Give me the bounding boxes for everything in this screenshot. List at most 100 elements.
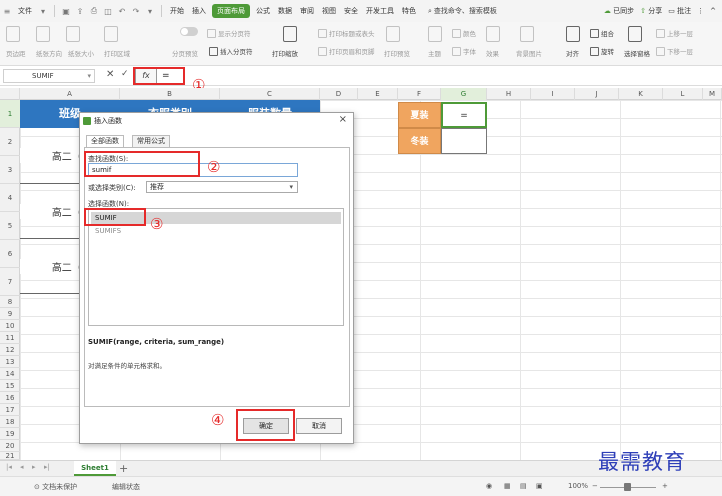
row-header[interactable]: 18	[0, 416, 20, 428]
orientation-button[interactable]: 纸张方向	[36, 48, 62, 58]
menu-icon[interactable]: ≡	[2, 6, 12, 16]
sum-cell[interactable]	[441, 128, 487, 154]
colors-button[interactable]: 颜色	[452, 28, 476, 38]
print-zoom-button[interactable]: 打印缩放	[272, 48, 298, 58]
column-header[interactable]: J	[575, 88, 619, 100]
fonts-button[interactable]: 字体	[452, 46, 476, 56]
column-header[interactable]: D	[320, 88, 358, 100]
last-sheet-icon[interactable]: ▸|	[44, 463, 50, 471]
confirm-formula-icon[interactable]: ✓	[121, 69, 129, 79]
share-button[interactable]: ⇧ 分享	[640, 6, 662, 16]
save-icon[interactable]: ▣	[61, 6, 71, 16]
combine-button[interactable]: 组合	[590, 28, 614, 38]
row-header[interactable]: 3	[0, 156, 20, 184]
row-header[interactable]: 20	[0, 440, 20, 452]
rotate-button[interactable]: 旋转	[590, 46, 614, 56]
move-down-button[interactable]: 下移一层	[656, 46, 693, 56]
tab-sheet1[interactable]: Sheet1	[74, 461, 116, 476]
page-margin-button[interactable]: 页边距	[6, 48, 26, 58]
column-header[interactable]: E	[358, 88, 398, 100]
cancel-formula-icon[interactable]: ✕	[106, 69, 114, 80]
close-icon[interactable]: ×	[339, 114, 347, 125]
annotate-button[interactable]: ▭ 批注	[668, 6, 691, 16]
insert-page-break-button[interactable]: 插入分页符	[209, 46, 253, 56]
kebab-icon[interactable]: ⋮	[697, 7, 704, 15]
print-preview-button[interactable]: 打印预览	[384, 48, 410, 58]
active-cell[interactable]: =	[441, 102, 487, 128]
command-search[interactable]: ⌕ 查找命令、搜索模板	[428, 6, 497, 16]
menu-file[interactable]: 文件	[14, 0, 36, 22]
tab-developer[interactable]: 开发工具	[362, 0, 398, 22]
tab-review[interactable]: 审阅	[296, 0, 318, 22]
column-header[interactable]: M	[703, 88, 722, 100]
zoom-level[interactable]: 100%	[568, 482, 588, 490]
column-header[interactable]: C	[220, 88, 320, 100]
chevron-down-icon[interactable]: ▾	[87, 70, 91, 82]
next-sheet-icon[interactable]: ▸	[32, 463, 36, 471]
first-sheet-icon[interactable]: |◂	[6, 463, 12, 471]
row-header[interactable]: 14	[0, 368, 20, 380]
column-header[interactable]: A	[20, 88, 120, 100]
row-header[interactable]: 4	[0, 184, 20, 212]
effects-button[interactable]: 效果	[486, 48, 499, 58]
row-header[interactable]: 8	[0, 296, 20, 308]
row-header[interactable]: 2	[0, 128, 20, 156]
column-header[interactable]: B	[120, 88, 220, 100]
margin-icon[interactable]	[6, 26, 20, 42]
tab-common-formulas[interactable]: 常用公式	[132, 135, 170, 147]
select-pane-button[interactable]: 选择窗格	[624, 48, 650, 58]
page-view-icon[interactable]: ▤	[520, 482, 527, 490]
column-header[interactable]: F	[398, 88, 441, 100]
background-button[interactable]: 背景图片	[516, 48, 542, 58]
preview-icon[interactable]: ◫	[103, 6, 113, 16]
cancel-button[interactable]: 取消	[296, 418, 342, 434]
row-header[interactable]: 6	[0, 240, 20, 268]
background-icon[interactable]	[486, 26, 500, 42]
row-header[interactable]: 9	[0, 308, 20, 320]
print-icon[interactable]: ⎙	[89, 6, 99, 16]
row-header[interactable]: 19	[0, 428, 20, 440]
zoom-out-icon[interactable]: −	[592, 482, 598, 490]
row-header[interactable]: 17	[0, 404, 20, 416]
season-cell-summer[interactable]: 夏装	[398, 102, 441, 128]
list-item[interactable]: SUMIFS	[91, 225, 341, 237]
select-all-corner[interactable]	[0, 88, 20, 100]
reading-view-icon[interactable]: ▣	[536, 482, 543, 490]
grid-view-icon[interactable]: ▦	[504, 482, 511, 490]
row-header[interactable]: 11	[0, 332, 20, 344]
row-header[interactable]: 15	[0, 380, 20, 392]
tab-page-layout[interactable]: 页面布局	[212, 4, 250, 18]
season-cell-winter[interactable]: 冬装	[398, 128, 441, 154]
row-header[interactable]: 21	[0, 452, 20, 460]
zoom-slider-thumb[interactable]	[624, 483, 631, 491]
name-box[interactable]: SUMIF ▾	[3, 69, 95, 83]
paper-size-icon[interactable]	[66, 26, 80, 42]
row-header[interactable]: 12	[0, 344, 20, 356]
theme-button[interactable]: 主题	[428, 48, 441, 58]
print-header-rows[interactable]: 打印标题或表头	[318, 28, 375, 38]
tab-insert[interactable]: 插入	[188, 0, 210, 22]
category-select[interactable]: 推荐 ▾	[146, 181, 298, 193]
chevron-down-icon[interactable]: ▾	[289, 182, 293, 192]
tab-special[interactable]: 特色	[398, 0, 420, 22]
align-button[interactable]: 对齐	[566, 48, 579, 58]
move-up-button[interactable]: 上移一层	[656, 28, 693, 38]
column-header[interactable]: L	[663, 88, 703, 100]
column-header[interactable]: G	[441, 88, 487, 100]
add-sheet-button[interactable]: +	[119, 461, 128, 476]
row-header[interactable]: 16	[0, 392, 20, 404]
export-icon[interactable]: ⇪	[75, 6, 85, 16]
orientation-icon[interactable]	[36, 26, 50, 42]
tab-home[interactable]: 开始	[166, 0, 188, 22]
align-icon[interactable]	[566, 26, 580, 42]
tab-security[interactable]: 安全	[340, 0, 362, 22]
print-area-icon[interactable]	[104, 26, 118, 42]
tab-data[interactable]: 数据	[274, 0, 296, 22]
paper-size-button[interactable]: 纸张大小	[68, 48, 94, 58]
column-header[interactable]: H	[487, 88, 531, 100]
row-header[interactable]: 13	[0, 356, 20, 368]
print-gridlines[interactable]: 打印页眉和页脚	[318, 46, 375, 56]
print-zoom-icon[interactable]	[283, 26, 297, 42]
row-header[interactable]: 7	[0, 268, 20, 296]
hide-icon[interactable]	[520, 26, 534, 42]
